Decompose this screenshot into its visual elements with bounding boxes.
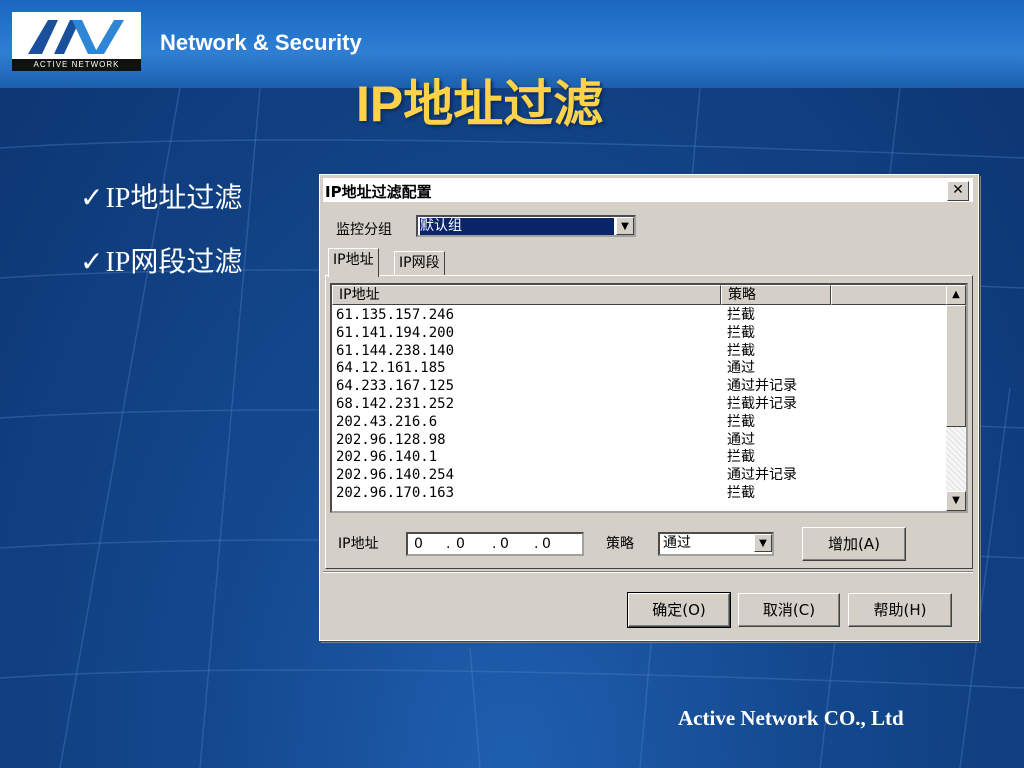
ip-filter-config-dialog: IP地址过滤配置 ✕ 监控分组 默认组 ▼ IP地址 IP网段 IP地址 策略 …: [319, 174, 979, 641]
row-policy: 拦截: [727, 413, 755, 430]
table-row[interactable]: 202.96.170.163 拦截: [336, 485, 936, 503]
bullet-item: ✓IP地址过滤: [80, 180, 260, 218]
row-ip-address: 64.12.161.185: [336, 360, 446, 377]
row-policy: 通过: [727, 360, 755, 377]
column-header-extra[interactable]: [831, 285, 947, 305]
row-policy: 拦截: [727, 484, 755, 501]
row-ip-address: 61.141.194.200: [336, 324, 455, 341]
ip-dot: .: [492, 536, 497, 552]
table-row[interactable]: 61.135.157.246 拦截: [336, 307, 936, 325]
row-ip-address: 202.43.216.6: [336, 413, 438, 430]
vertical-scrollbar[interactable]: ▲ ▼: [946, 285, 966, 511]
column-header-ip[interactable]: IP地址: [332, 285, 721, 305]
bullet-list: ✓IP地址过滤 ✓IP网段过滤: [80, 180, 260, 308]
tab-ip-address[interactable]: IP地址: [328, 248, 379, 277]
ip-octet-3[interactable]: 0: [500, 536, 509, 552]
ip-octet-1[interactable]: 0: [414, 536, 423, 552]
close-button[interactable]: ✕: [947, 181, 969, 201]
chevron-down-icon[interactable]: ▼: [616, 217, 634, 235]
monitor-group-value: 默认组: [420, 218, 614, 235]
row-policy: 拦截: [727, 324, 755, 341]
divider: [323, 571, 973, 573]
bullet-text: IP地址过滤: [105, 183, 243, 214]
row-ip-address: 64.233.167.125: [336, 378, 455, 395]
policy-select[interactable]: 通过 ▼: [658, 532, 774, 556]
ip-address-input[interactable]: 0 . 0 . 0 . 0: [406, 532, 584, 556]
scroll-down-icon[interactable]: ▼: [946, 491, 966, 511]
ip-dot: .: [534, 536, 539, 552]
brand-tagline: Network & Security: [160, 30, 362, 55]
row-policy: 通过并记录: [727, 467, 797, 484]
table-row[interactable]: 61.144.238.140 拦截: [336, 343, 936, 361]
table-row[interactable]: 202.96.128.98 通过: [336, 432, 936, 450]
checkmark-icon: ✓: [80, 183, 104, 214]
table-row[interactable]: 64.12.161.185 通过: [336, 360, 936, 378]
slide-title: IP地址过滤: [356, 76, 604, 132]
row-policy: 拦截并记录: [727, 395, 797, 412]
checkmark-icon: ✓: [80, 247, 104, 278]
ip-list[interactable]: IP地址 策略 61.135.157.246 拦截 61.141.194.200 拦截…: [330, 283, 968, 513]
policy-label: 策略: [606, 536, 634, 552]
chevron-down-icon[interactable]: ▼: [754, 534, 772, 552]
footer-company: Active Network CO., Ltd: [678, 706, 904, 730]
row-policy: 通过并记录: [727, 378, 797, 395]
table-row[interactable]: 68.142.231.252 拦截并记录: [336, 396, 936, 414]
row-policy: 拦截: [727, 307, 755, 323]
add-button[interactable]: 增加(A): [802, 527, 906, 561]
table-row[interactable]: 61.141.194.200 拦截: [336, 325, 936, 343]
row-ip-address: 68.142.231.252: [336, 395, 455, 412]
policy-value: 通过: [663, 535, 691, 551]
row-policy: 通过: [727, 431, 755, 448]
company-logo: ACTIVE NETWORK: [12, 12, 141, 71]
tab-ip-segment[interactable]: IP网段: [394, 251, 445, 276]
row-ip-address: 202.96.170.163: [336, 484, 455, 501]
cancel-button[interactable]: 取消(C): [738, 593, 840, 627]
table-row[interactable]: 202.96.140.1 拦截: [336, 449, 936, 467]
monitor-group-select[interactable]: 默认组 ▼: [416, 215, 636, 237]
ip-address-label: IP地址: [338, 536, 379, 552]
ip-octet-4[interactable]: 0: [542, 536, 551, 552]
logo-wordmark: ACTIVE NETWORK: [12, 59, 141, 71]
row-ip-address: 202.96.128.98: [336, 431, 446, 448]
row-ip-address: 61.144.238.140: [336, 342, 455, 359]
list-rows: 61.135.157.246 拦截 61.141.194.200 拦截 61.144.2…: [336, 307, 936, 503]
monitor-group-label: 监控分组: [336, 222, 392, 238]
dialog-titlebar[interactable]: IP地址过滤配置 ✕: [323, 178, 973, 202]
table-row[interactable]: 64.233.167.125 通过并记录: [336, 378, 936, 396]
help-button[interactable]: 帮助(H): [848, 593, 952, 627]
row-policy: 拦截: [727, 342, 755, 359]
row-ip-address: 202.96.140.254: [336, 467, 455, 484]
dialog-title: IP地址过滤配置: [325, 183, 432, 201]
scroll-up-icon[interactable]: ▲: [946, 285, 966, 305]
scrollbar-thumb[interactable]: [946, 305, 966, 427]
table-row[interactable]: 202.43.216.6 拦截: [336, 414, 936, 432]
ip-dot: .: [446, 536, 451, 552]
bullet-text: IP网段过滤: [105, 247, 243, 278]
row-ip-address: 202.96.140.1: [336, 449, 438, 466]
column-header-policy[interactable]: 策略: [721, 285, 831, 305]
row-ip-address: 61.135.157.246: [336, 307, 455, 323]
row-policy: 拦截: [727, 449, 755, 466]
table-row[interactable]: 202.96.140.254 通过并记录: [336, 467, 936, 485]
list-header: IP地址 策略: [332, 285, 947, 305]
ok-button[interactable]: 确定(O): [627, 592, 731, 628]
ip-octet-2[interactable]: 0: [456, 536, 465, 552]
bullet-item: ✓IP网段过滤: [80, 244, 260, 282]
